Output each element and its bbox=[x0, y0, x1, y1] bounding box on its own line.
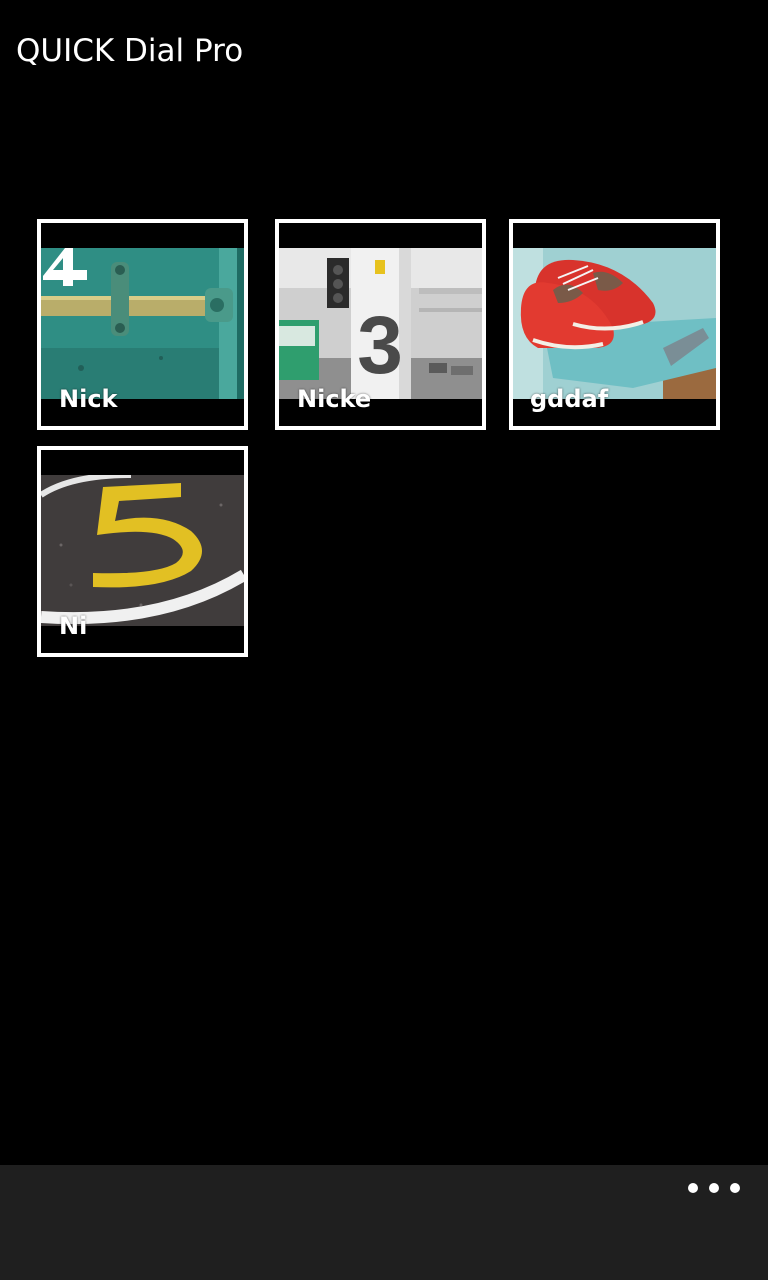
dot bbox=[709, 1183, 719, 1193]
contact-photo bbox=[41, 475, 244, 626]
dot bbox=[688, 1183, 698, 1193]
speed-dial-tile-gddaf[interactable]: gddaf bbox=[509, 219, 720, 430]
speed-dial-tile-ni[interactable]: Ni bbox=[37, 446, 248, 657]
contact-name: gddaf bbox=[530, 385, 609, 413]
contact-photo bbox=[41, 248, 244, 399]
speed-dial-tile-nicke[interactable]: 3 Nicke bbox=[275, 219, 486, 430]
contact-photo: 3 bbox=[279, 248, 482, 399]
speed-dial-tile-nick[interactable]: Nick bbox=[37, 219, 248, 430]
contact-name: Nick bbox=[59, 385, 118, 413]
contact-photo bbox=[513, 248, 716, 399]
page-title: QUICK Dial Pro bbox=[16, 33, 244, 69]
application-bar bbox=[0, 1165, 768, 1280]
contact-name: Nicke bbox=[297, 385, 372, 413]
svg-text:3: 3 bbox=[357, 300, 403, 391]
contact-name: Ni bbox=[59, 612, 88, 640]
ellipsis-icon[interactable] bbox=[688, 1175, 740, 1201]
dot bbox=[730, 1183, 740, 1193]
